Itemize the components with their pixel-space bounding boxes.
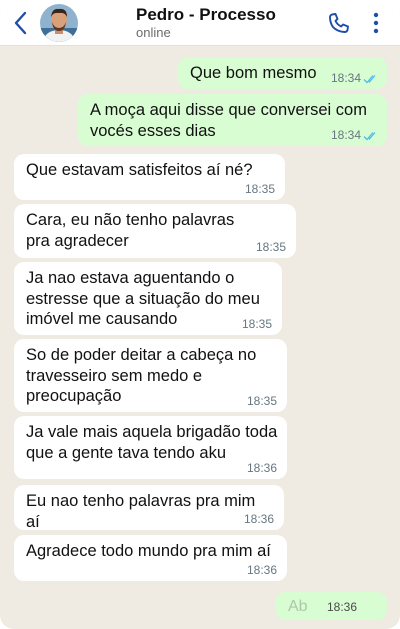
- message-text: So de poder deitar a cabeça no travessei…: [26, 346, 257, 405]
- message-text: Que estavam satisfeitos aí né?: [26, 161, 253, 179]
- message-bubble-incoming[interactable]: Eu nao tenho palavras pra mim aí 18:36: [14, 485, 284, 531]
- chat-header: Pedro - Processo online: [0, 0, 400, 46]
- message-bubble-incoming[interactable]: Ja nao estava aguentando o estresse que …: [14, 262, 282, 335]
- message-text: A moça aqui disse que conversei com vocé…: [90, 101, 367, 140]
- call-button[interactable]: [327, 11, 351, 35]
- message-time: 18:34: [330, 71, 361, 85]
- message-bubble-incoming[interactable]: Que estavam satisfeitos aí né? 18:35: [14, 154, 285, 200]
- chat-screen: Pedro - Processo online Que bom mesmo 18…: [0, 0, 400, 629]
- message-time: 18:35: [244, 182, 275, 196]
- message-bubble-incoming[interactable]: Agradece todo mundo pra mim aí 18:36: [14, 535, 287, 581]
- contact-name: Pedro - Processo: [136, 5, 276, 24]
- double-check-icon: [363, 131, 376, 141]
- message-bubble-incoming[interactable]: Ja vale mais aquela brigadão toda que a …: [14, 416, 287, 479]
- avatar[interactable]: [40, 4, 78, 42]
- back-button[interactable]: [2, 0, 38, 46]
- message-time: 18:35: [246, 394, 277, 408]
- message-meta: 18:34: [331, 128, 379, 142]
- message-text: Agradece todo mundo pra mim aí: [26, 542, 271, 560]
- message-text: Ja vale mais aquela brigadão toda que a …: [26, 423, 278, 462]
- message-bubble-outgoing[interactable]: A moça aqui disse que conversei com vocé…: [78, 94, 387, 146]
- message-time: 18:35: [255, 240, 286, 254]
- message-text: Cara, eu não tenho palavras pra agradece…: [26, 211, 235, 250]
- message-bubble-incoming[interactable]: Cara, eu não tenho palavras pra agradece…: [14, 204, 296, 258]
- pending-message-time: 18:36: [327, 600, 358, 614]
- message-time: 18:36: [246, 461, 277, 475]
- more-options-button[interactable]: [368, 10, 384, 36]
- message-text: Ja nao estava aguentando o estresse que …: [26, 269, 260, 328]
- message-meta: 18:34: [331, 71, 379, 85]
- message-bubble-incoming[interactable]: So de poder deitar a cabeça no travessei…: [14, 339, 287, 412]
- contact-status: online: [136, 25, 171, 40]
- message-bubble-outgoing[interactable]: Que bom mesmo 18:34: [178, 57, 387, 89]
- message-text: Que bom mesmo: [190, 64, 317, 82]
- chevron-left-icon: [14, 11, 27, 34]
- message-text: Eu nao tenho palavras pra mim aí: [26, 492, 256, 531]
- pending-message-bubble[interactable]: Ab 18:36: [275, 592, 387, 620]
- message-time: 18:36: [246, 563, 277, 577]
- contact-info[interactable]: Pedro - Processo online: [136, 5, 276, 41]
- pending-message-text: Ab: [288, 598, 308, 615]
- message-time: 18:36: [243, 512, 274, 526]
- more-vertical-icon: [373, 12, 379, 34]
- message-time: 18:35: [241, 317, 272, 331]
- phone-icon: [329, 13, 349, 33]
- double-check-icon: [363, 74, 376, 84]
- message-time: 18:34: [330, 128, 361, 142]
